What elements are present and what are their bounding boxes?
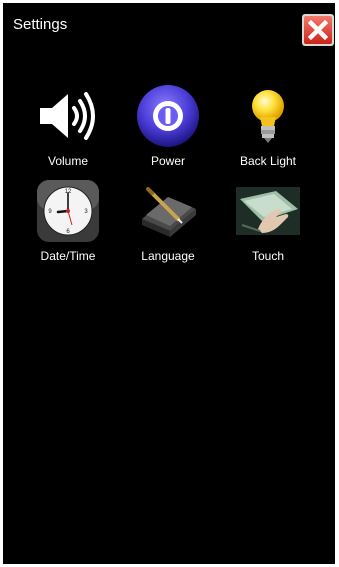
page-title: Settings <box>13 16 68 33</box>
datetime-tile[interactable]: 12 3 6 9 Date/Time <box>23 179 113 271</box>
notebook-pen-icon <box>142 187 196 237</box>
backlight-label: Back Light <box>239 154 297 168</box>
close-icon <box>302 14 334 46</box>
touch-hand-icon <box>236 187 300 235</box>
backlight-tile[interactable]: Back Light <box>223 84 313 176</box>
power-icon <box>137 85 199 147</box>
volume-tile[interactable]: Volume <box>23 84 113 176</box>
clock-icon: 12 3 6 9 <box>37 180 99 242</box>
speaker-icon <box>40 92 95 140</box>
touch-label: Touch <box>251 249 285 263</box>
language-tile[interactable]: Language <box>123 179 213 271</box>
language-label: Language <box>141 249 195 263</box>
power-tile[interactable]: Power <box>123 84 213 176</box>
settings-screen: Settings Volume Power Back Light 12 3 6 … <box>3 3 335 564</box>
touch-tile[interactable]: Touch <box>223 179 313 271</box>
datetime-label: Date/Time <box>40 249 96 263</box>
lightbulb-icon <box>252 90 284 143</box>
close-button[interactable] <box>301 13 335 47</box>
volume-label: Volume <box>47 154 89 168</box>
power-label: Power <box>150 154 185 168</box>
